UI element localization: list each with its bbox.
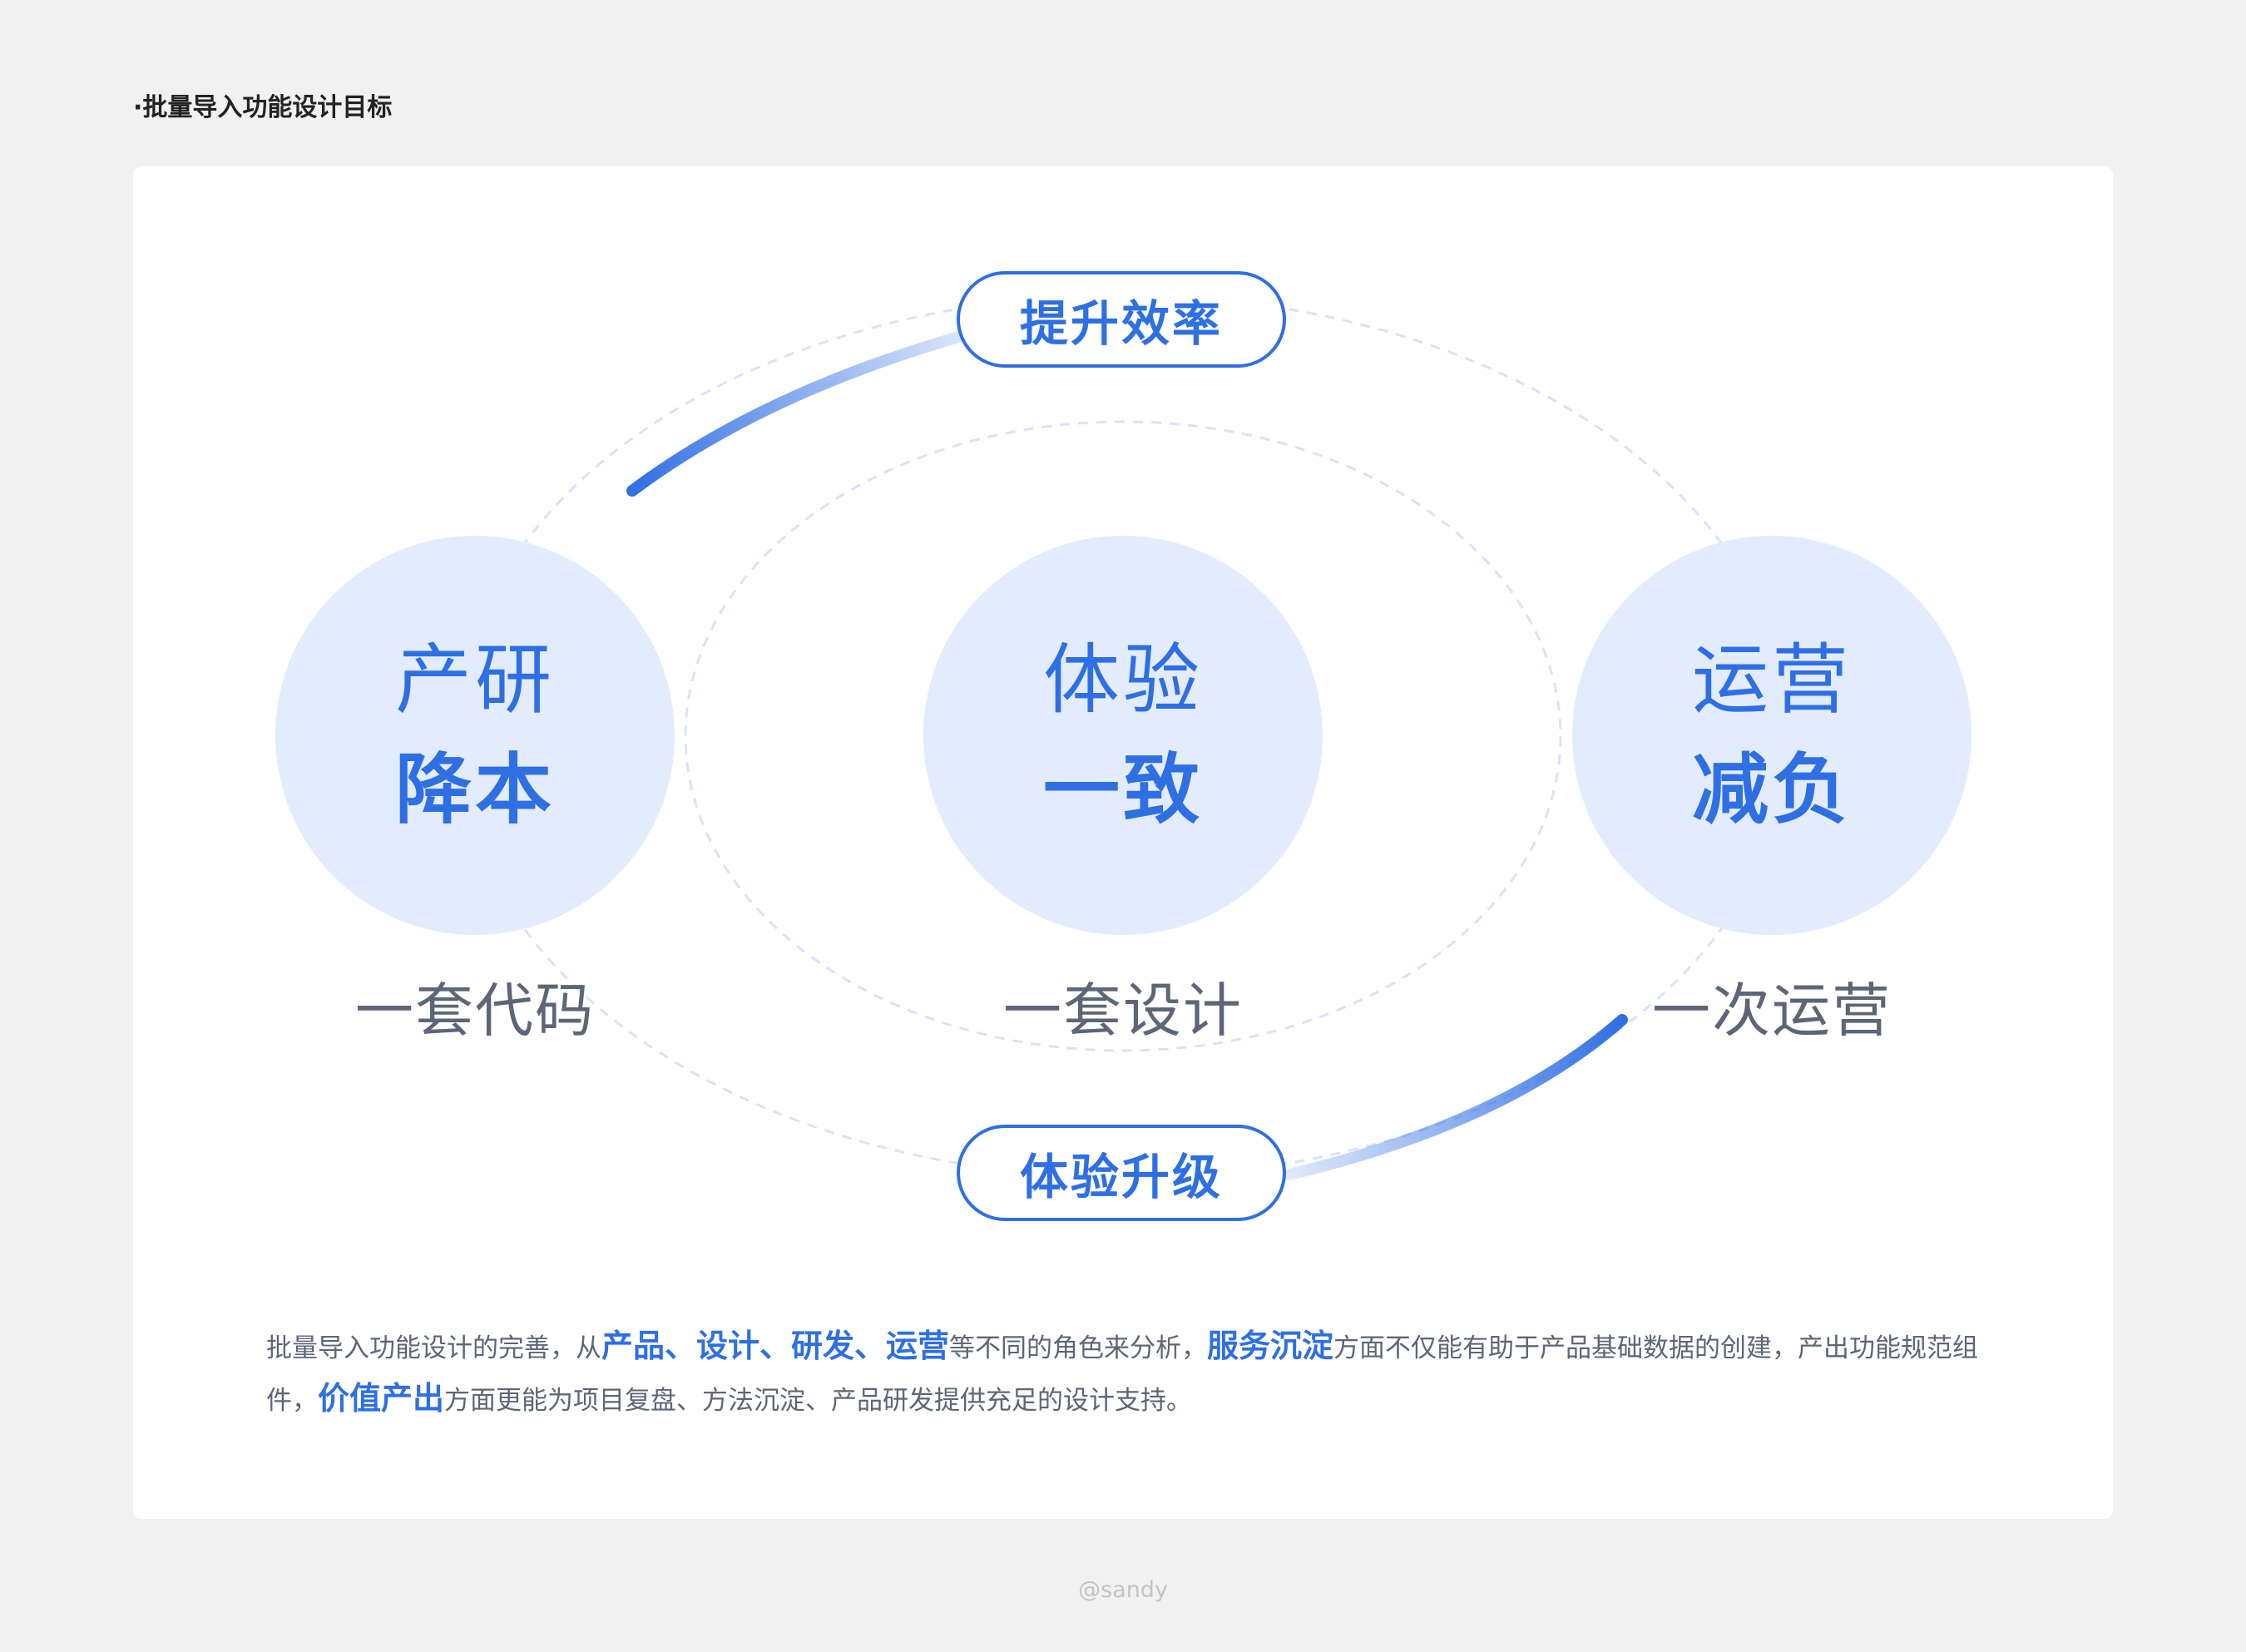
pill-upgrade-experience: 体验升级 <box>957 1125 1286 1221</box>
node-rd-cost-line1: 产研 <box>394 636 555 725</box>
caption-one-operation: 一次运营 <box>1652 977 1892 1045</box>
node-operations-line1: 运营 <box>1691 636 1852 725</box>
desc-text: 批量导入功能设计的完善，从 <box>266 1333 601 1363</box>
caption-one-codebase: 一套代码 <box>355 977 595 1045</box>
diagram-card: 产研 降本 体验 一致 运营 减负 一套代码 一套设计 一次运营 提升效率 体验… <box>133 166 2113 1519</box>
desc-highlight: 价值产出 <box>318 1380 445 1417</box>
pill-improve-efficiency: 提升效率 <box>957 271 1286 368</box>
desc-highlight: 产品、设计、研发、运营 <box>601 1328 950 1364</box>
node-experience-line2: 一致 <box>1042 745 1203 834</box>
desc-text: 方面更能为项目复盘、方法沉淀、产品研发提供充足的设计支持。 <box>444 1386 1193 1416</box>
node-operations-line2: 减负 <box>1691 745 1852 834</box>
caption-one-design: 一套设计 <box>1003 977 1243 1045</box>
node-rd-cost: 产研 降本 <box>275 536 675 935</box>
watermark: @sandy <box>1078 1577 1168 1603</box>
node-rd-cost-line2: 降本 <box>394 745 555 834</box>
page-heading: ·批量导入功能设计目标 <box>133 93 393 122</box>
desc-highlight: 服务沉淀 <box>1207 1328 1334 1364</box>
desc-text: 等不同的角色来分析， <box>949 1333 1208 1363</box>
top-gradient-arc <box>626 327 979 497</box>
node-operations: 运营 减负 <box>1572 536 1971 935</box>
node-experience: 体验 一致 <box>923 536 1323 935</box>
description-paragraph: 批量导入功能设计的完善，从产品、设计、研发、运营等不同的角色来分析，服务沉淀方面… <box>266 1321 1996 1426</box>
node-experience-line1: 体验 <box>1042 636 1203 725</box>
